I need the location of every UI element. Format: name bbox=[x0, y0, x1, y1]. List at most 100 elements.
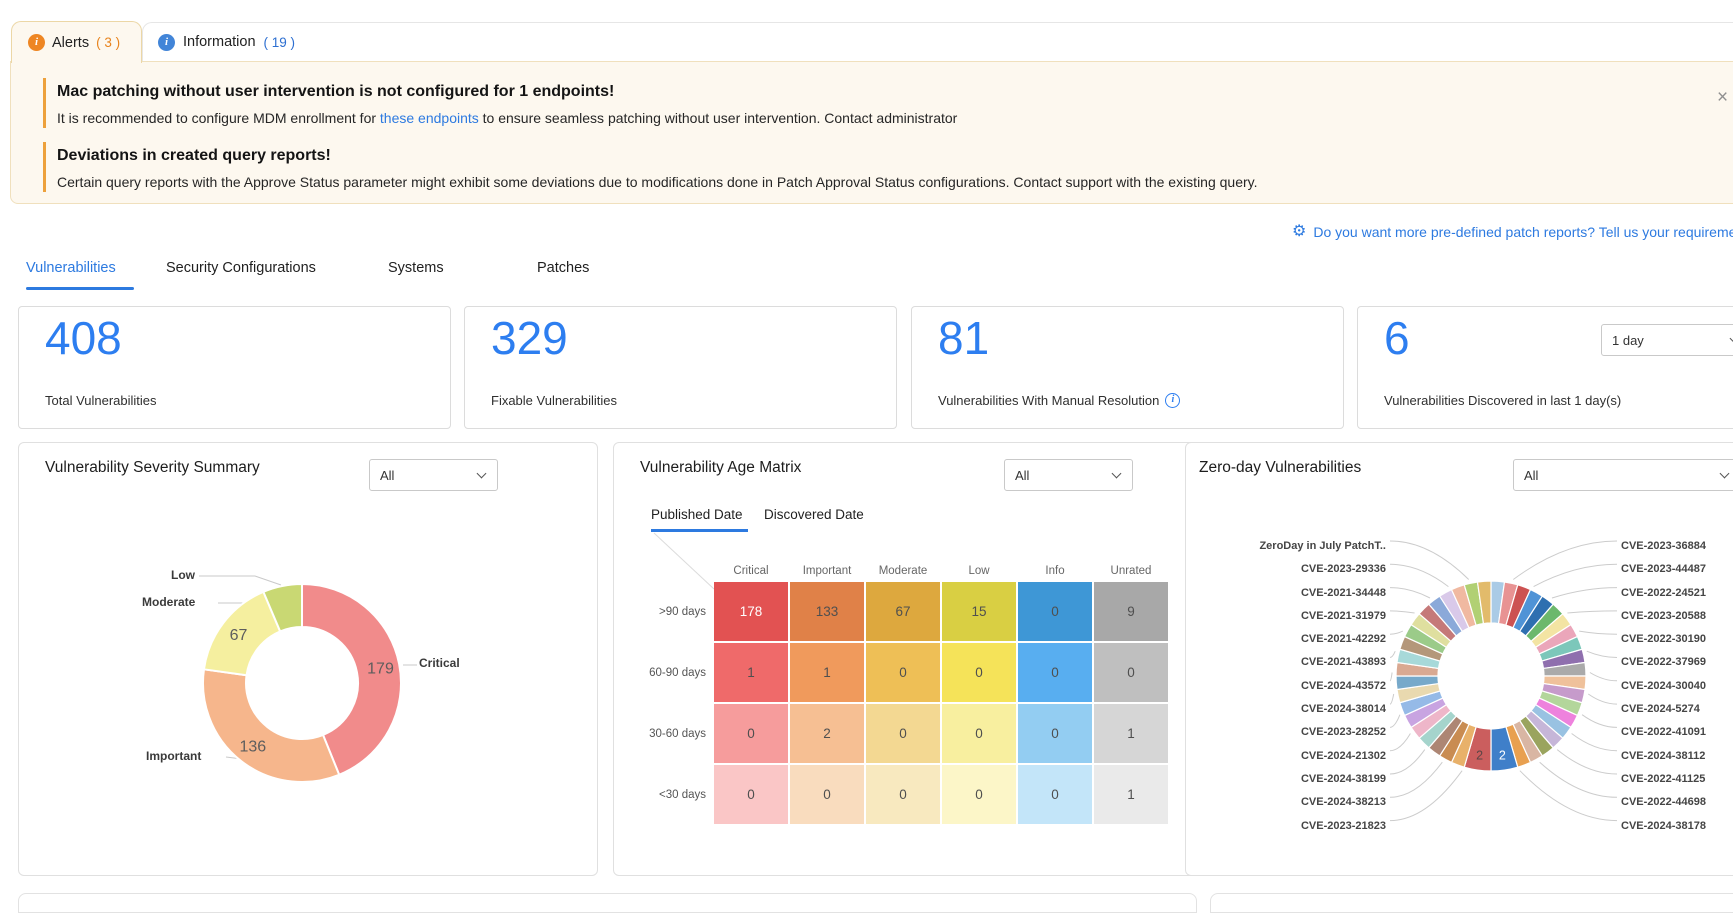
matrix-cell[interactable]: 178 bbox=[714, 582, 788, 641]
matrix-column-header: Moderate bbox=[866, 565, 940, 577]
matrix-cell[interactable]: 133 bbox=[790, 582, 864, 641]
matrix-cell[interactable]: 0 bbox=[866, 704, 940, 763]
close-icon[interactable]: × bbox=[1717, 87, 1728, 109]
matrix-cell[interactable]: 0 bbox=[714, 765, 788, 824]
cve-label: CVE-2022-24521 bbox=[1621, 582, 1733, 605]
tab-information-label: Information bbox=[183, 34, 256, 50]
matrix-cell[interactable]: 67 bbox=[866, 582, 940, 641]
stat-card-fixable-vulnerabilities: 329 Fixable Vulnerabilities bbox=[464, 306, 897, 429]
matrix-cell[interactable]: 1 bbox=[1094, 765, 1168, 824]
cve-label: CVE-2022-44698 bbox=[1621, 791, 1733, 814]
matrix-cell[interactable]: 0 bbox=[1018, 704, 1092, 763]
matrix-cell[interactable]: 2 bbox=[790, 704, 864, 763]
severity-label-critical: Critical bbox=[419, 656, 460, 670]
tab-information[interactable]: Information ( 19 ) bbox=[142, 22, 1733, 61]
age-matrix-grid: CriticalImportantModerateLowInfoUnrated >… bbox=[624, 565, 1170, 826]
stat-value: 329 bbox=[491, 311, 568, 365]
suggestion-gear-icon: ⚙ bbox=[1292, 224, 1306, 240]
matrix-cell[interactable]: 1 bbox=[1094, 704, 1168, 763]
cve-label: CVE-2021-31979 bbox=[1186, 605, 1386, 628]
matrix-column-header: Critical bbox=[714, 565, 788, 577]
matrix-cell[interactable]: 0 bbox=[1094, 643, 1168, 702]
cve-label: CVE-2024-21302 bbox=[1186, 745, 1386, 768]
slice-value-label: 179 bbox=[367, 660, 394, 677]
matrix-cell[interactable]: 9 bbox=[1094, 582, 1168, 641]
predefined-reports-link-label: Do you want more pre-defined patch repor… bbox=[1313, 224, 1733, 240]
zero-day-vulnerabilities-panel: Zero-day Vulnerabilities All 22 ZeroDay … bbox=[1185, 442, 1733, 876]
tab-alerts[interactable]: Alerts ( 3 ) bbox=[11, 21, 142, 63]
info-tooltip-icon[interactable] bbox=[1165, 393, 1180, 408]
stat-value: 408 bbox=[45, 311, 122, 365]
severity-filter-value: All bbox=[380, 468, 394, 483]
matrix-cell[interactable]: 0 bbox=[942, 704, 1016, 763]
matrix-cell[interactable]: 0 bbox=[866, 643, 940, 702]
alert-title: Deviations in created query reports! bbox=[57, 147, 331, 165]
tab-patches[interactable]: Patches bbox=[537, 258, 589, 278]
tab-alerts-count: ( 3 ) bbox=[96, 35, 120, 50]
severity-donut-slice[interactable] bbox=[203, 669, 339, 782]
matrix-cell[interactable]: 0 bbox=[1018, 643, 1092, 702]
stat-card-total-vulnerabilities: 408 Total Vulnerabilities bbox=[18, 306, 451, 429]
matrix-cell[interactable]: 0 bbox=[942, 643, 1016, 702]
severity-filter-dropdown[interactable]: All bbox=[369, 459, 498, 491]
alerts-info-icon bbox=[28, 34, 45, 51]
partial-panel-left bbox=[18, 893, 1197, 913]
tab-systems[interactable]: Systems bbox=[388, 258, 444, 278]
matrix-column-header: Unrated bbox=[1094, 565, 1168, 577]
cve-label: CVE-2023-29336 bbox=[1186, 558, 1386, 581]
alert-description: It is recommended to configure MDM enrol… bbox=[57, 110, 957, 126]
panel-title: Vulnerability Severity Summary bbox=[45, 459, 260, 477]
cve-label: CVE-2022-30190 bbox=[1621, 628, 1733, 651]
matrix-cell[interactable]: 15 bbox=[942, 582, 1016, 641]
matrix-cell[interactable]: 0 bbox=[1018, 582, 1092, 641]
matrix-cell[interactable]: 0 bbox=[942, 765, 1016, 824]
stat-value: 81 bbox=[938, 311, 989, 365]
matrix-row-label: <30 days bbox=[624, 789, 706, 801]
cve-label: CVE-2024-38112 bbox=[1621, 745, 1733, 768]
cve-label: CVE-2022-37969 bbox=[1621, 651, 1733, 674]
chevron-down-icon bbox=[1730, 334, 1733, 344]
zeroday-left-labels: ZeroDay in July PatchT..CVE-2023-29336CV… bbox=[1186, 535, 1386, 838]
alerts-panel: × Mac patching without user intervention… bbox=[10, 61, 1733, 204]
matrix-cell[interactable]: 1 bbox=[714, 643, 788, 702]
cve-label: CVE-2023-20588 bbox=[1621, 605, 1733, 628]
severity-label-low: Low bbox=[171, 568, 195, 582]
matrix-row-label: 30-60 days bbox=[624, 728, 706, 740]
stat-value: 6 bbox=[1384, 311, 1410, 365]
days-filter-dropdown[interactable]: 1 day bbox=[1601, 324, 1733, 356]
matrix-cell[interactable]: 0 bbox=[866, 765, 940, 824]
these-endpoints-link[interactable]: these endpoints bbox=[380, 110, 479, 126]
matrix-cell[interactable]: 0 bbox=[790, 765, 864, 824]
matrix-column-header: Low bbox=[942, 565, 1016, 577]
cve-label: ZeroDay in July PatchT.. bbox=[1186, 535, 1386, 558]
matrix-cell[interactable]: 0 bbox=[714, 704, 788, 763]
cve-label: CVE-2023-28252 bbox=[1186, 721, 1386, 744]
cve-label: CVE-2021-43893 bbox=[1186, 651, 1386, 674]
matrix-row-label: >90 days bbox=[624, 606, 706, 618]
cve-label: CVE-2024-38199 bbox=[1186, 768, 1386, 791]
cve-label: CVE-2021-34448 bbox=[1186, 582, 1386, 605]
matrix-cell[interactable]: 1 bbox=[790, 643, 864, 702]
slice-value-label: 136 bbox=[239, 739, 266, 756]
alert-title: Mac patching without user intervention i… bbox=[57, 83, 614, 101]
cve-label: CVE-2024-38178 bbox=[1621, 815, 1733, 838]
information-info-icon bbox=[158, 34, 175, 51]
matrix-column-header: Important bbox=[790, 565, 864, 577]
predefined-reports-link[interactable]: ⚙ Do you want more pre-defined patch rep… bbox=[1292, 224, 1733, 240]
tab-information-count: ( 19 ) bbox=[264, 35, 296, 50]
tab-alerts-label: Alerts bbox=[52, 35, 89, 51]
slice-value-label: 67 bbox=[230, 627, 248, 644]
cve-label: CVE-2022-41125 bbox=[1621, 768, 1733, 791]
cve-label: CVE-2024-43572 bbox=[1186, 675, 1386, 698]
matrix-row-label: 60-90 days bbox=[624, 667, 706, 679]
matrix-column-header: Info bbox=[1018, 565, 1092, 577]
tab-security-configurations[interactable]: Security Configurations bbox=[166, 258, 316, 278]
severity-donut-svg: 179 136 67 bbox=[19, 503, 599, 877]
tab-vulnerabilities[interactable]: Vulnerabilities bbox=[26, 258, 116, 278]
alert-accent-bar bbox=[43, 78, 46, 128]
chevron-down-icon bbox=[477, 469, 487, 479]
matrix-cell[interactable]: 0 bbox=[1018, 765, 1092, 824]
vulnerability-age-matrix-panel: Vulnerability Age Matrix All Published D… bbox=[613, 442, 1197, 876]
slice-value-label: 2 bbox=[1476, 749, 1483, 763]
stat-label: Fixable Vulnerabilities bbox=[491, 393, 617, 408]
